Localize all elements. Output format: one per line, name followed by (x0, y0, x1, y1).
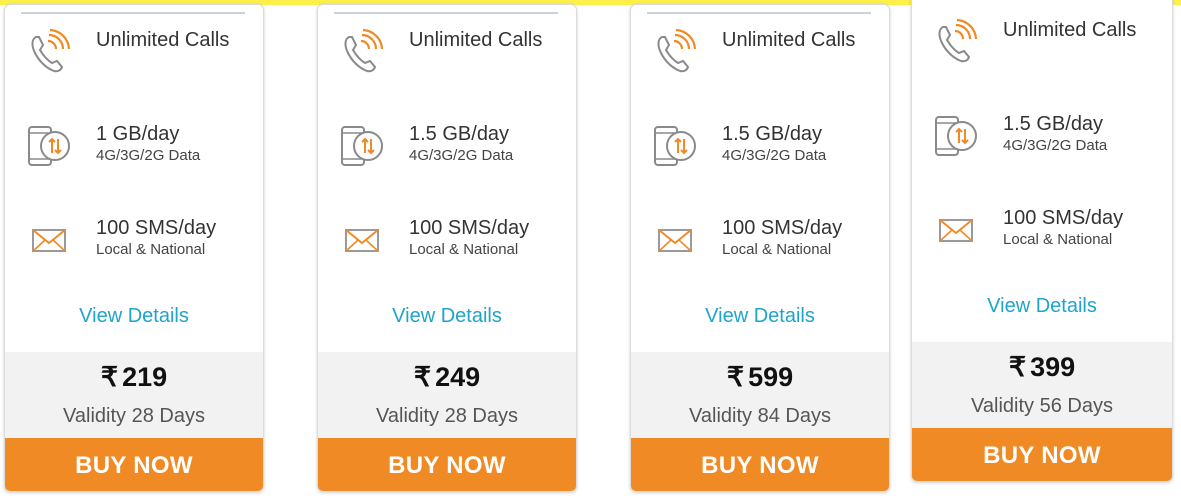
price-amount: 599 (748, 362, 794, 392)
price-box: ₹249 Validity 28 Days (318, 352, 576, 438)
phone-calls-icon (338, 29, 388, 75)
feature-sms: 100 SMS/day Local & National (651, 217, 879, 263)
feature-calls: Unlimited Calls (25, 29, 253, 75)
calls-label: Unlimited Calls (96, 29, 230, 51)
plan-card: Unlimited Calls 1.5 GB/day 4G/3G/2G Data… (911, 0, 1173, 482)
data-allowance: 1.5 GB/day (1003, 113, 1104, 135)
feature-calls: Unlimited Calls (651, 29, 879, 75)
sms-scope: Local & National (1003, 231, 1113, 248)
validity-label: Validity 84 Days (689, 405, 831, 427)
validity-label: Validity 28 Days (376, 405, 518, 427)
plan-card: Unlimited Calls 1 GB/day 4G/3G/2G Data 1… (4, 4, 264, 492)
price-amount: 219 (122, 362, 168, 392)
feature-data: 1.5 GB/day 4G/3G/2G Data (932, 113, 1162, 159)
currency-symbol: ₹ (1008, 352, 1027, 382)
feature-calls: Unlimited Calls (932, 19, 1162, 65)
card-top-divider (647, 12, 871, 14)
data-allowance: 1 GB/day (96, 123, 180, 145)
sms-allowance: 100 SMS/day (96, 217, 217, 239)
mobile-data-icon (651, 123, 701, 169)
buy-now-button[interactable]: BUY NOW (5, 438, 263, 491)
currency-symbol: ₹ (413, 362, 432, 392)
envelope-icon (932, 207, 982, 253)
buy-now-button[interactable]: BUY NOW (318, 438, 576, 491)
envelope-icon (651, 217, 701, 263)
data-network: 4G/3G/2G Data (1003, 137, 1108, 154)
data-network: 4G/3G/2G Data (409, 147, 514, 164)
phone-calls-icon (932, 19, 982, 65)
feature-sms: 100 SMS/day Local & National (932, 207, 1162, 253)
phone-calls-icon (25, 29, 75, 75)
sms-allowance: 100 SMS/day (722, 217, 843, 239)
sms-scope: Local & National (722, 241, 832, 258)
plan-price: ₹249 (318, 362, 576, 393)
validity-label: Validity 28 Days (63, 405, 205, 427)
plan-price: ₹599 (631, 362, 889, 393)
data-network: 4G/3G/2G Data (96, 147, 201, 164)
view-details-link[interactable]: View Details (5, 305, 263, 328)
validity-label: Validity 56 Days (971, 395, 1113, 417)
calls-label: Unlimited Calls (722, 29, 856, 51)
currency-symbol: ₹ (100, 362, 119, 392)
mobile-data-icon (338, 123, 388, 169)
plan-card: Unlimited Calls 1.5 GB/day 4G/3G/2G Data… (317, 4, 577, 492)
view-details-link[interactable]: View Details (912, 295, 1172, 318)
feature-data: 1 GB/day 4G/3G/2G Data (25, 123, 253, 169)
sms-allowance: 100 SMS/day (409, 217, 530, 239)
buy-now-button[interactable]: BUY NOW (912, 428, 1172, 481)
sms-allowance: 100 SMS/day (1003, 207, 1124, 229)
sms-scope: Local & National (409, 241, 519, 258)
feature-calls: Unlimited Calls (338, 29, 566, 75)
view-details-link[interactable]: View Details (318, 305, 576, 328)
plan-price: ₹219 (5, 362, 263, 393)
card-top-divider (21, 12, 245, 14)
price-box: ₹399 Validity 56 Days (912, 342, 1172, 428)
feature-data: 1.5 GB/day 4G/3G/2G Data (651, 123, 879, 169)
phone-calls-icon (651, 29, 701, 75)
calls-label: Unlimited Calls (1003, 19, 1137, 41)
plan-card: Unlimited Calls 1.5 GB/day 4G/3G/2G Data… (630, 4, 890, 492)
feature-sms: 100 SMS/day Local & National (338, 217, 566, 263)
mobile-data-icon (25, 123, 75, 169)
price-amount: 249 (435, 362, 481, 392)
feature-data: 1.5 GB/day 4G/3G/2G Data (338, 123, 566, 169)
calls-label: Unlimited Calls (409, 29, 543, 51)
currency-symbol: ₹ (726, 362, 745, 392)
price-box: ₹599 Validity 84 Days (631, 352, 889, 438)
buy-now-button[interactable]: BUY NOW (631, 438, 889, 491)
price-box: ₹219 Validity 28 Days (5, 352, 263, 438)
sms-scope: Local & National (96, 241, 206, 258)
data-network: 4G/3G/2G Data (722, 147, 827, 164)
price-amount: 399 (1030, 352, 1076, 382)
envelope-icon (25, 217, 75, 263)
mobile-data-icon (932, 113, 982, 159)
data-allowance: 1.5 GB/day (722, 123, 823, 145)
card-top-divider (334, 12, 558, 14)
view-details-link[interactable]: View Details (631, 305, 889, 328)
plan-price: ₹399 (912, 352, 1172, 383)
feature-sms: 100 SMS/day Local & National (25, 217, 253, 263)
envelope-icon (338, 217, 388, 263)
data-allowance: 1.5 GB/day (409, 123, 510, 145)
